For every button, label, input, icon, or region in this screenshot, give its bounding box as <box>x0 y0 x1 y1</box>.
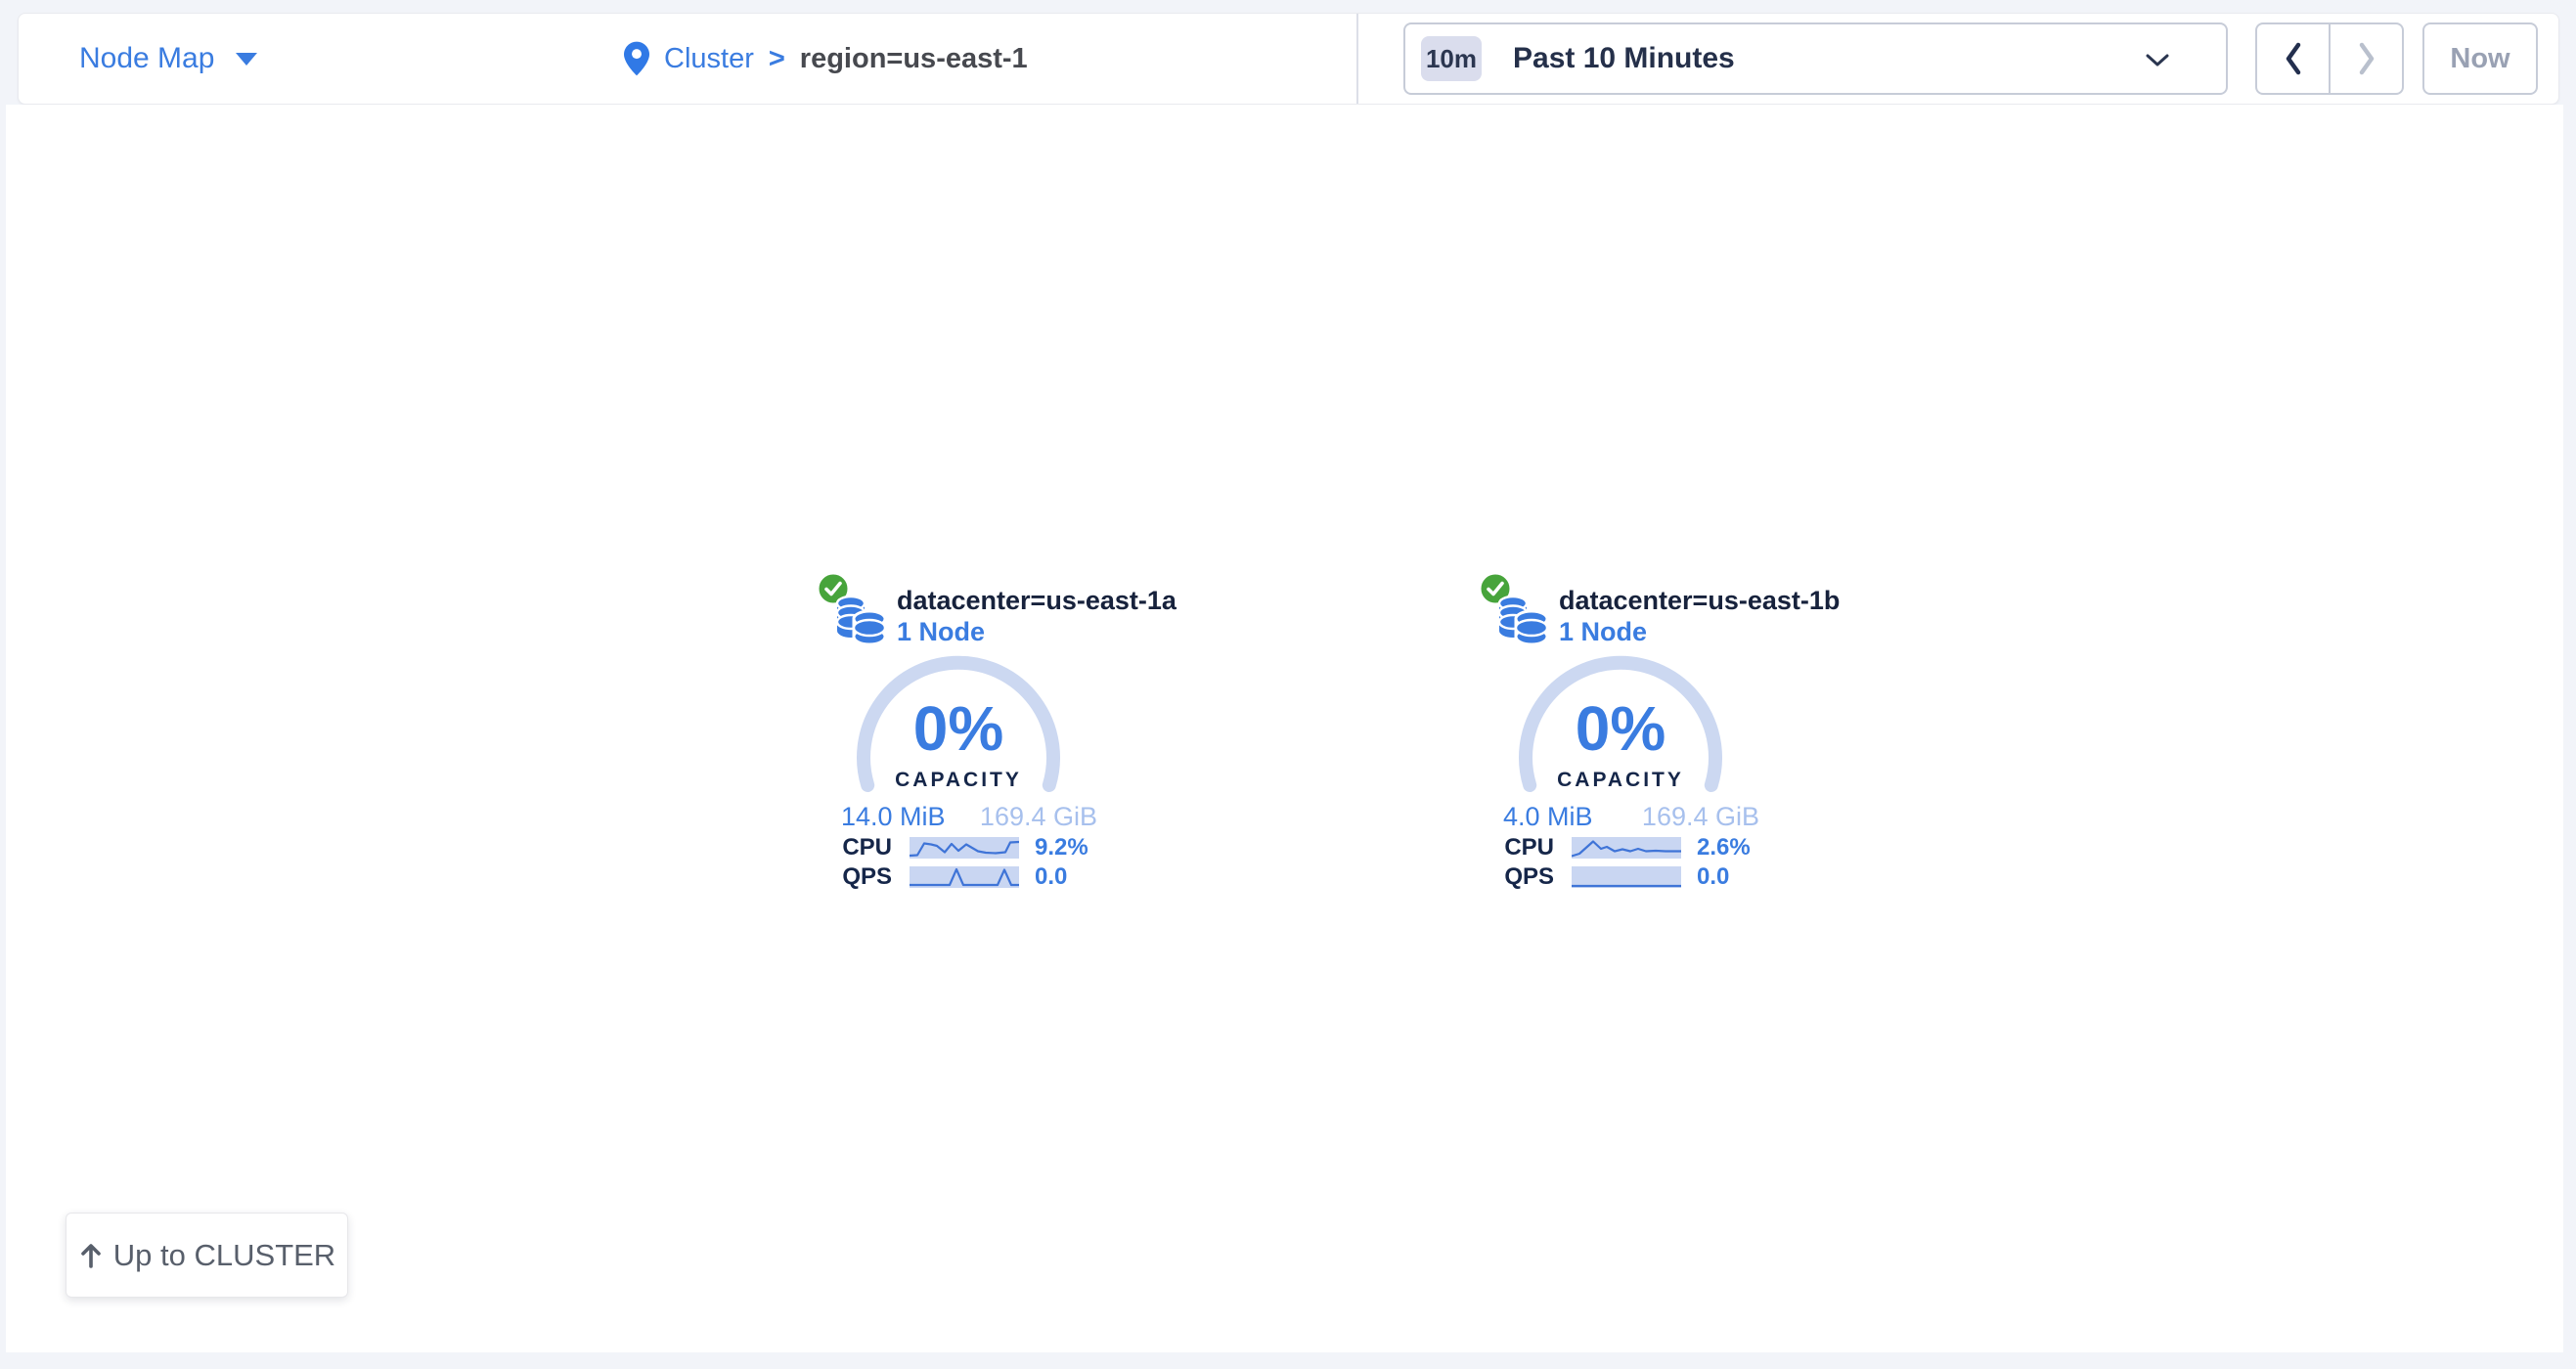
time-pager <box>2255 22 2404 95</box>
up-to-cluster-label: Up to CLUSTER <box>113 1238 335 1273</box>
qps-metric-row: QPS 0.0 <box>1464 864 1787 890</box>
chevron-right-icon <box>2357 42 2376 75</box>
cpu-sparkline <box>910 837 1019 859</box>
top-header-bar: Node Map Cluster > region=us-east-1 10m … <box>18 13 2559 105</box>
locality-title: datacenter=us-east-1a <box>897 585 1177 616</box>
capacity-total: 169.4 GiB <box>1642 801 1759 832</box>
cpu-label: CPU <box>1464 835 1554 861</box>
database-stack-icon <box>1497 590 1548 646</box>
locality-node-count: 1 Node <box>1559 616 1840 647</box>
cpu-metric-row: CPU 9.2% <box>802 835 1125 861</box>
qps-sparkline <box>910 866 1019 888</box>
time-forward-button[interactable] <box>2331 24 2402 93</box>
header-divider <box>1356 14 1358 104</box>
locality-heading: datacenter=us-east-1a 1 Node <box>897 585 1177 647</box>
location-pin-icon <box>624 41 649 76</box>
map-view-selector-dropdown[interactable]: Node Map <box>62 14 257 104</box>
now-button[interactable]: Now <box>2422 22 2538 95</box>
capacity-used: 4.0 MiB <box>1503 801 1593 832</box>
qps-metric-row: QPS 0.0 <box>802 864 1125 890</box>
time-range-badge: 10m <box>1421 36 1482 81</box>
capacity-total: 169.4 GiB <box>980 801 1097 832</box>
capacity-percentage: 0% <box>851 697 1066 760</box>
capacity-label: CAPACITY <box>1513 769 1728 792</box>
capacity-values: 14.0 MiB 169.4 GiB <box>841 801 1097 832</box>
cpu-value: 9.2% <box>1035 835 1088 861</box>
capacity-percentage: 0% <box>1513 697 1728 760</box>
breadcrumb-current-locality: region=us-east-1 <box>800 43 1028 75</box>
view-selector-label: Node Map <box>79 42 214 75</box>
qps-value: 0.0 <box>1035 864 1067 890</box>
caret-down-icon <box>236 53 257 66</box>
time-range-dropdown[interactable]: 10m Past 10 Minutes <box>1403 22 2228 95</box>
qps-label: QPS <box>802 864 892 890</box>
locality-title: datacenter=us-east-1b <box>1559 585 1840 616</box>
locality-card-us-east-1b[interactable]: datacenter=us-east-1b 1 Node 0% CAPACITY… <box>1464 570 1787 903</box>
capacity-label: CAPACITY <box>851 769 1066 792</box>
capacity-used: 14.0 MiB <box>841 801 946 832</box>
database-stack-icon <box>835 590 886 646</box>
cpu-label: CPU <box>802 835 892 861</box>
capacity-values: 4.0 MiB 169.4 GiB <box>1503 801 1759 832</box>
breadcrumb: Cluster > region=us-east-1 <box>624 14 1028 104</box>
time-back-button[interactable] <box>2257 24 2331 93</box>
locality-heading: datacenter=us-east-1b 1 Node <box>1559 585 1840 647</box>
arrow-up-icon <box>78 1242 104 1269</box>
node-map-panel <box>6 105 2563 1352</box>
chevron-left-icon <box>2284 42 2303 75</box>
locality-node-count: 1 Node <box>897 616 1177 647</box>
cpu-sparkline <box>1572 837 1681 859</box>
breadcrumb-cluster-link[interactable]: Cluster <box>664 43 754 75</box>
up-to-cluster-button[interactable]: Up to CLUSTER <box>66 1213 348 1298</box>
breadcrumb-separator: > <box>769 43 785 75</box>
cpu-metric-row: CPU 2.6% <box>1464 835 1787 861</box>
cpu-value: 2.6% <box>1697 835 1751 861</box>
qps-sparkline <box>1572 866 1681 888</box>
qps-label: QPS <box>1464 864 1554 890</box>
locality-card-us-east-1a[interactable]: datacenter=us-east-1a 1 Node 0% CAPACITY… <box>802 570 1125 903</box>
time-range-label: Past 10 Minutes <box>1513 42 1735 75</box>
qps-value: 0.0 <box>1697 864 1729 890</box>
chevron-down-icon <box>2146 54 2169 67</box>
